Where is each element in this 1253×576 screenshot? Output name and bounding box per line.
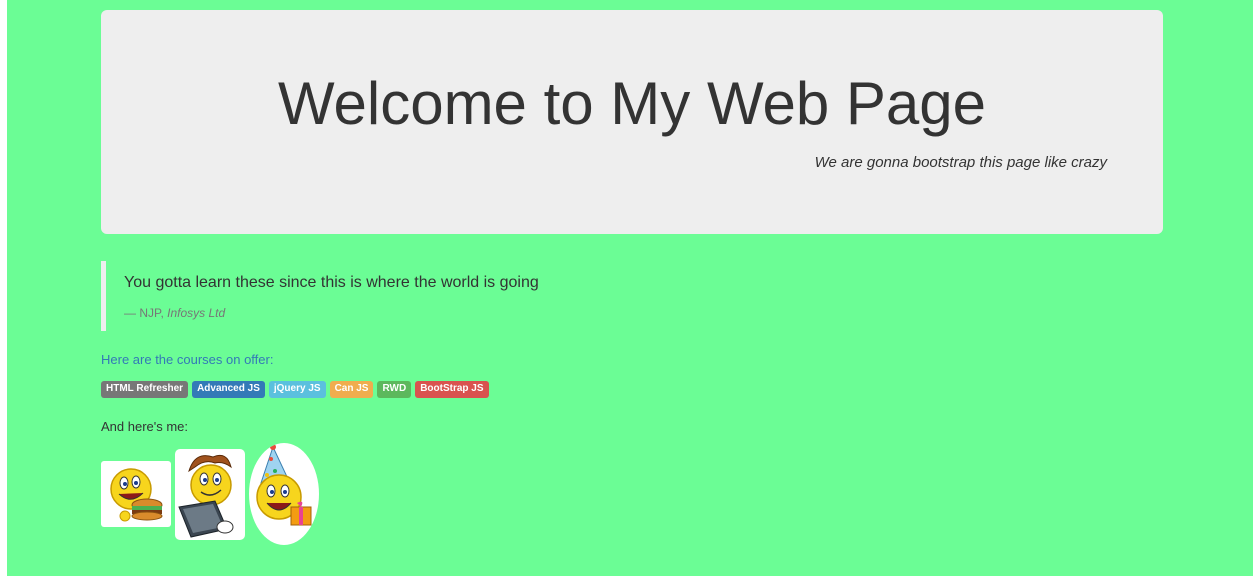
course-labels: HTML Refresher Advanced JS jQuery JS Can… <box>101 381 489 398</box>
page-subtitle: We are gonna bootstrap this page like cr… <box>814 154 1107 171</box>
label-advanced-js: Advanced JS <box>192 381 265 398</box>
smiley-burger-image <box>101 461 171 527</box>
jumbotron: Welcome to My Web Page We are gonna boot… <box>101 10 1163 234</box>
label-bootstrap-js: BootStrap JS <box>415 381 489 398</box>
page-background: Welcome to My Web Page We are gonna boot… <box>7 0 1253 576</box>
quote-footer: — NJP, Infosys Ltd <box>124 306 225 320</box>
quote-source: Infosys Ltd <box>167 306 226 320</box>
smiley-laptop-image <box>175 449 245 540</box>
label-rwd: RWD <box>377 381 412 398</box>
smiley-party-image <box>249 443 319 545</box>
page-title: Welcome to My Web Page <box>277 70 987 137</box>
blockquote: You gotta learn these since this is wher… <box>101 261 701 331</box>
label-can-js: Can JS <box>329 381 374 398</box>
label-jquery-js: jQuery JS <box>268 381 326 398</box>
quote-author: — NJP, <box>124 306 168 320</box>
courses-intro: Here are the courses on offer: <box>101 352 274 367</box>
me-text: And here's me: <box>101 419 189 434</box>
quote-text: You gotta learn these since this is wher… <box>124 274 539 291</box>
label-html-refresher: HTML Refresher <box>101 381 189 398</box>
